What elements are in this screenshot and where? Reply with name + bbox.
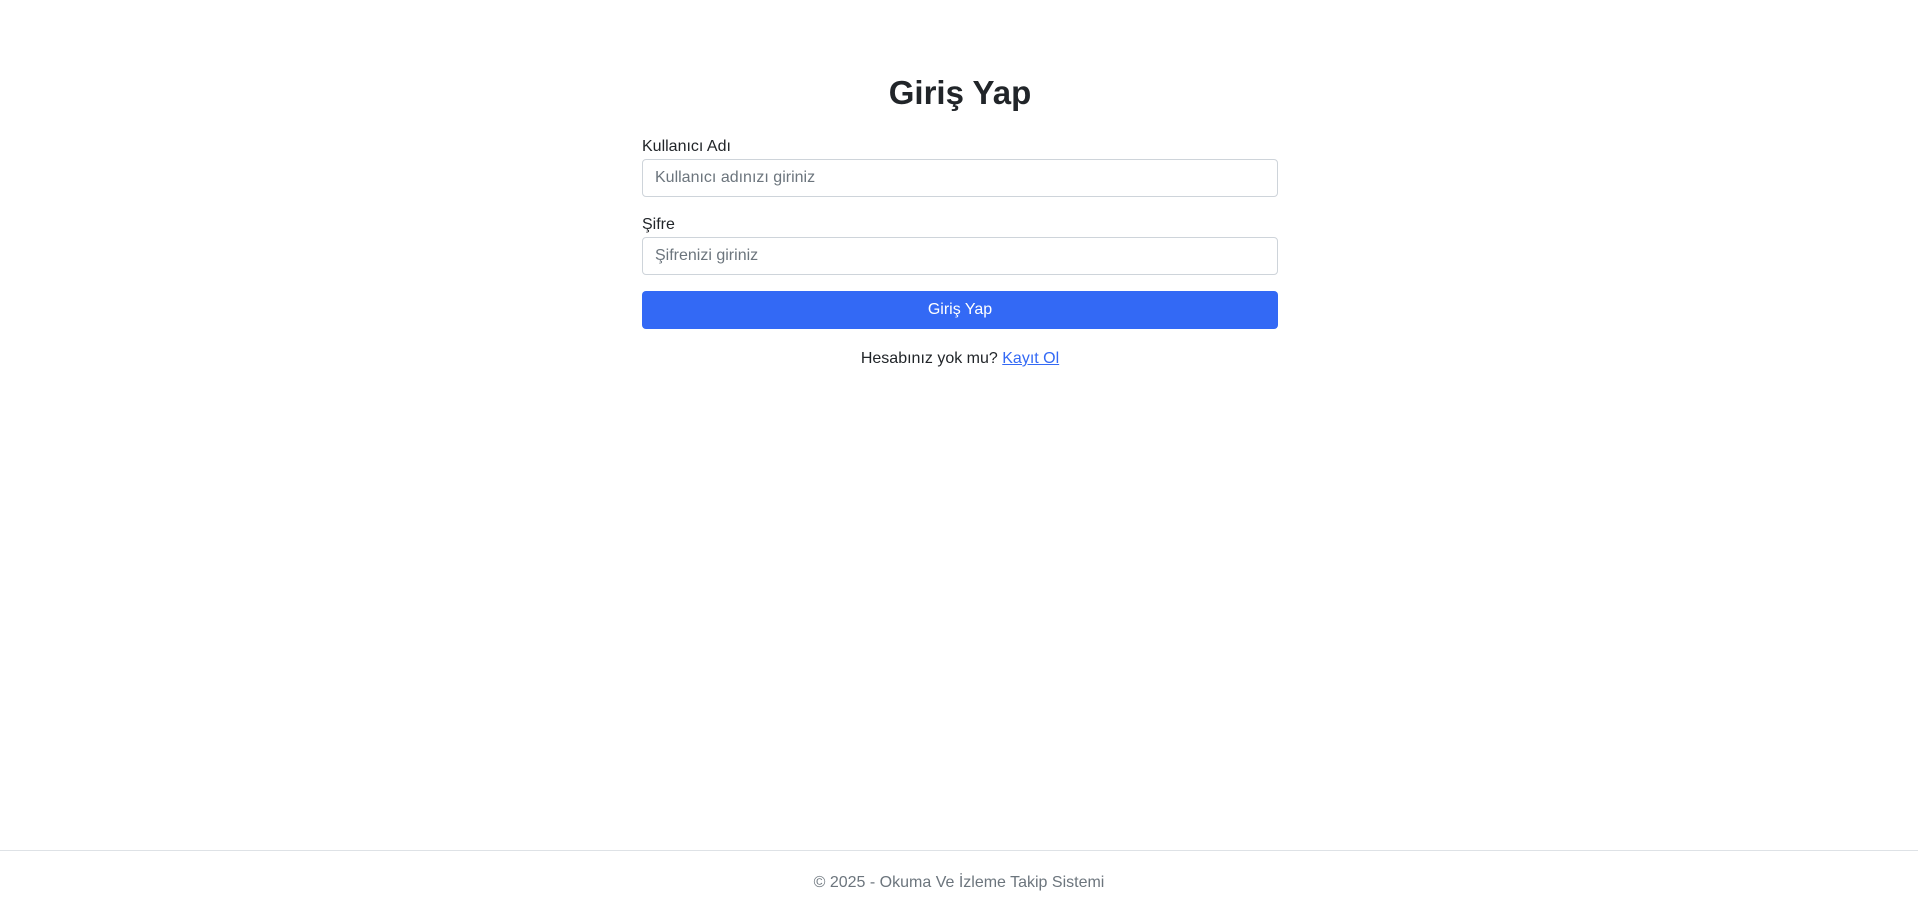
page: Giriş Yap Kullanıcı Adı Şifre Giriş Yap …	[0, 0, 1918, 910]
username-label: Kullanıcı Adı	[642, 138, 731, 155]
username-group: Kullanıcı Adı	[642, 135, 1278, 197]
login-button[interactable]: Giriş Yap	[642, 291, 1278, 329]
register-link[interactable]: Kayıt Ol	[1002, 350, 1059, 367]
register-prompt-text: Hesabınız yok mu?	[860, 350, 1003, 367]
username-input[interactable]	[642, 159, 1278, 197]
password-input[interactable]	[642, 237, 1278, 275]
footer-text: © 2025 - Okuma Ve İzleme Takip Sistemi	[813, 874, 1105, 891]
login-form: Giriş Yap Kullanıcı Adı Şifre Giriş Yap …	[642, 60, 1278, 371]
password-group: Şifre	[642, 213, 1278, 275]
password-label: Şifre	[642, 216, 675, 233]
page-title: Giriş Yap	[888, 74, 1032, 111]
footer: © 2025 - Okuma Ve İzleme Takip Sistemi	[0, 850, 1918, 910]
register-prompt-line: Hesabınız yok mu? Kayıt Ol	[642, 347, 1278, 371]
